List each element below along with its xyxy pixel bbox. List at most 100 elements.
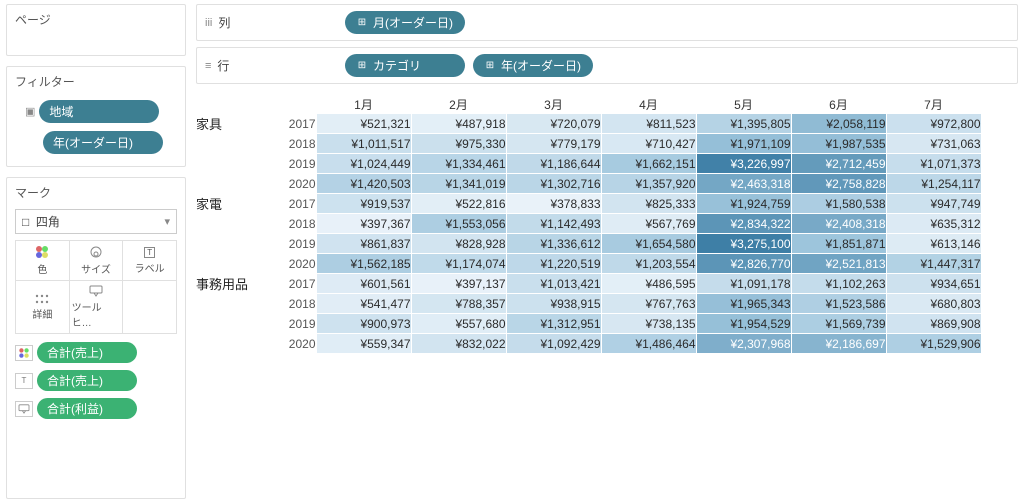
heatmap-cell[interactable]: ¥1,174,074 [411, 254, 506, 274]
heatmap-cell[interactable]: ¥2,834,322 [696, 214, 791, 234]
heatmap-cell[interactable]: ¥779,179 [506, 134, 601, 154]
heatmap-cell[interactable]: ¥1,011,517 [316, 134, 411, 154]
heatmap-cell[interactable]: ¥1,357,920 [601, 174, 696, 194]
heatmap-cell[interactable]: ¥1,013,421 [506, 274, 601, 294]
heatmap-cell[interactable]: ¥1,334,461 [411, 154, 506, 174]
marks-item-pill[interactable]: 合計(利益) [37, 398, 137, 419]
heatmap-cell[interactable]: ¥947,749 [886, 194, 981, 214]
heatmap-cell[interactable]: ¥541,477 [316, 294, 411, 314]
heatmap-cell[interactable]: ¥1,024,449 [316, 154, 411, 174]
heatmap-cell[interactable]: ¥1,203,554 [601, 254, 696, 274]
marks-item-pill[interactable]: 合計(売上) [37, 342, 137, 363]
heatmap-cell[interactable]: ¥1,071,373 [886, 154, 981, 174]
heatmap-cell[interactable]: ¥1,662,151 [601, 154, 696, 174]
heatmap-cell[interactable]: ¥557,680 [411, 314, 506, 334]
heatmap-cell[interactable]: ¥738,135 [601, 314, 696, 334]
heatmap-cell[interactable]: ¥613,146 [886, 234, 981, 254]
heatmap-cell[interactable]: ¥1,447,317 [886, 254, 981, 274]
heatmap-cell[interactable]: ¥1,851,871 [791, 234, 886, 254]
marks-type-select[interactable]: □ 四角 ▾ [15, 209, 177, 234]
heatmap-cell[interactable]: ¥486,595 [601, 274, 696, 294]
heatmap-cell[interactable]: ¥1,654,580 [601, 234, 696, 254]
heatmap-cell[interactable]: ¥869,908 [886, 314, 981, 334]
heatmap-cell[interactable]: ¥767,763 [601, 294, 696, 314]
shelf-pill[interactable]: ⊞月(オーダー日) [345, 11, 465, 34]
heatmap-cell[interactable]: ¥1,924,759 [696, 194, 791, 214]
heatmap-cell[interactable]: ¥2,758,828 [791, 174, 886, 194]
heatmap-cell[interactable]: ¥1,562,185 [316, 254, 411, 274]
heatmap-cell[interactable]: ¥788,357 [411, 294, 506, 314]
marks-size[interactable]: サイズ [70, 241, 124, 281]
heatmap-cell[interactable]: ¥2,826,770 [696, 254, 791, 274]
heatmap-cell[interactable]: ¥825,333 [601, 194, 696, 214]
heatmap-cell[interactable]: ¥3,226,997 [696, 154, 791, 174]
marks-item-pill[interactable]: 合計(売上) [37, 370, 137, 391]
heatmap-cell[interactable]: ¥710,427 [601, 134, 696, 154]
marks-item[interactable]: 合計(利益) [15, 396, 177, 421]
filter-pill-year[interactable]: 年(オーダー日) [43, 131, 163, 154]
heatmap-cell[interactable]: ¥567,769 [601, 214, 696, 234]
heatmap-cell[interactable]: ¥635,312 [886, 214, 981, 234]
heatmap-cell[interactable]: ¥1,553,056 [411, 214, 506, 234]
heatmap-cell[interactable]: ¥1,486,464 [601, 334, 696, 354]
heatmap-cell[interactable]: ¥1,420,503 [316, 174, 411, 194]
marks-tooltip[interactable]: ツールヒ… [70, 281, 124, 334]
heatmap-cell[interactable]: ¥1,254,117 [886, 174, 981, 194]
heatmap-cell[interactable]: ¥2,058,119 [791, 114, 886, 134]
shelf-pill[interactable]: ⊞年(オーダー日) [473, 54, 593, 77]
heatmap-cell[interactable]: ¥900,973 [316, 314, 411, 334]
heatmap-cell[interactable]: ¥720,079 [506, 114, 601, 134]
heatmap-cell[interactable]: ¥1,341,019 [411, 174, 506, 194]
heatmap-cell[interactable]: ¥1,186,644 [506, 154, 601, 174]
heatmap-cell[interactable]: ¥1,523,586 [791, 294, 886, 314]
marks-detail[interactable]: 詳細 [16, 281, 70, 334]
marks-item[interactable]: 合計(売上) [15, 340, 177, 365]
heatmap-cell[interactable]: ¥975,330 [411, 134, 506, 154]
heatmap-cell[interactable]: ¥1,987,535 [791, 134, 886, 154]
heatmap-cell[interactable]: ¥378,833 [506, 194, 601, 214]
marks-color[interactable]: 色 [16, 241, 70, 281]
heatmap-cell[interactable]: ¥1,092,429 [506, 334, 601, 354]
heatmap-cell[interactable]: ¥1,312,951 [506, 314, 601, 334]
rows-shelf[interactable]: ≡ 行 ⊞カテゴリ⊞年(オーダー日) [196, 47, 1018, 84]
heatmap-cell[interactable]: ¥828,928 [411, 234, 506, 254]
heatmap-cell[interactable]: ¥2,712,459 [791, 154, 886, 174]
heatmap-cell[interactable]: ¥1,580,538 [791, 194, 886, 214]
heatmap-cell[interactable]: ¥1,091,178 [696, 274, 791, 294]
heatmap-cell[interactable]: ¥2,186,697 [791, 334, 886, 354]
heatmap-cell[interactable]: ¥811,523 [601, 114, 696, 134]
heatmap-cell[interactable]: ¥832,022 [411, 334, 506, 354]
heatmap-cell[interactable]: ¥1,529,906 [886, 334, 981, 354]
heatmap-cell[interactable]: ¥487,918 [411, 114, 506, 134]
heatmap-cell[interactable]: ¥3,275,100 [696, 234, 791, 254]
heatmap-cell[interactable]: ¥919,537 [316, 194, 411, 214]
heatmap-cell[interactable]: ¥522,816 [411, 194, 506, 214]
heatmap-cell[interactable]: ¥1,142,493 [506, 214, 601, 234]
heatmap-cell[interactable]: ¥601,561 [316, 274, 411, 294]
heatmap-cell[interactable]: ¥2,408,318 [791, 214, 886, 234]
heatmap-cell[interactable]: ¥934,651 [886, 274, 981, 294]
heatmap-cell[interactable]: ¥559,347 [316, 334, 411, 354]
heatmap-cell[interactable]: ¥1,965,343 [696, 294, 791, 314]
heatmap-cell[interactable]: ¥397,137 [411, 274, 506, 294]
heatmap-cell[interactable]: ¥397,367 [316, 214, 411, 234]
shelf-pill[interactable]: ⊞カテゴリ [345, 54, 465, 77]
heatmap-cell[interactable]: ¥1,569,739 [791, 314, 886, 334]
marks-item[interactable]: T合計(売上) [15, 368, 177, 393]
heatmap-cell[interactable]: ¥2,307,968 [696, 334, 791, 354]
heatmap-cell[interactable]: ¥1,395,805 [696, 114, 791, 134]
heatmap-cell[interactable]: ¥1,302,716 [506, 174, 601, 194]
heatmap-cell[interactable]: ¥1,102,263 [791, 274, 886, 294]
columns-shelf[interactable]: iii 列 ⊞月(オーダー日) [196, 4, 1018, 41]
filter-pill-region[interactable]: 地域 [39, 100, 159, 123]
heatmap-cell[interactable]: ¥1,954,529 [696, 314, 791, 334]
heatmap-cell[interactable]: ¥680,803 [886, 294, 981, 314]
heatmap-cell[interactable]: ¥731,063 [886, 134, 981, 154]
heatmap-cell[interactable]: ¥521,321 [316, 114, 411, 134]
heatmap-cell[interactable]: ¥861,837 [316, 234, 411, 254]
marks-label[interactable]: T ラベル [123, 241, 177, 281]
heatmap-cell[interactable]: ¥2,521,813 [791, 254, 886, 274]
heatmap-cell[interactable]: ¥1,971,109 [696, 134, 791, 154]
heatmap-cell[interactable]: ¥1,220,519 [506, 254, 601, 274]
heatmap-cell[interactable]: ¥972,800 [886, 114, 981, 134]
